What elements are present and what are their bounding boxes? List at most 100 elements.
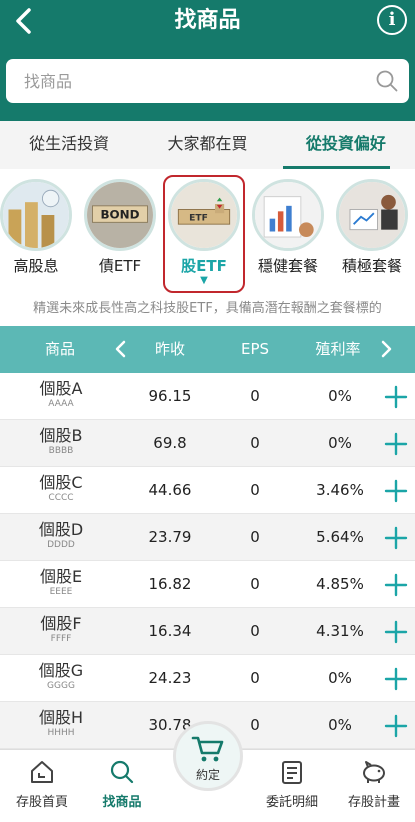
chevron-left-icon[interactable] <box>107 335 135 363</box>
stock-name: 個股B <box>39 426 83 445</box>
nav-appointment-button[interactable]: 約定 <box>173 721 243 791</box>
yield-value: 4.31% <box>316 622 364 640</box>
stock-code: BBBB <box>48 446 74 456</box>
chevron-right-icon[interactable] <box>372 335 400 363</box>
nav-label: 委託明細 <box>265 795 318 810</box>
piggy-bank-icon <box>363 761 385 783</box>
stock-code: EEEE <box>49 587 73 597</box>
yield-value: 3.46% <box>316 481 364 499</box>
add-icon[interactable] <box>384 714 408 738</box>
home-icon <box>31 761 53 783</box>
category-bond-etf[interactable]: BOND 債ETF <box>82 179 158 276</box>
column-name: 商品 <box>44 340 75 358</box>
stock-name: 個股H <box>38 708 84 727</box>
coin-stack-icon <box>0 179 72 251</box>
table-row[interactable]: 個股D DDDD 23.79 0 5.64% <box>0 514 415 561</box>
add-icon[interactable] <box>384 479 408 503</box>
svg-text:BOND: BOND <box>100 208 139 222</box>
category-label: 高股息 <box>13 257 59 275</box>
nav-savings-plan[interactable]: 存股計畫 <box>338 758 410 810</box>
info-icon[interactable]: i <box>377 5 407 35</box>
report-chart-icon <box>252 179 324 251</box>
prev-close-value: 69.8 <box>153 434 187 452</box>
yield-value: 0% <box>328 669 352 687</box>
table-row[interactable]: 個股A AAAA 96.15 0 0% <box>0 373 415 420</box>
category-high-dividend[interactable]: 高股息 <box>0 179 74 276</box>
stock-name-cell: 個股A AAAA <box>20 379 102 410</box>
stock-name: 個股D <box>38 520 84 539</box>
tab-life-investing[interactable]: 從生活投資 <box>0 121 138 169</box>
stock-code: FFFF <box>50 634 72 644</box>
add-icon[interactable] <box>384 385 408 409</box>
nav-home[interactable]: 存股首頁 <box>6 758 78 810</box>
column-yield: 殖利率 <box>315 340 361 358</box>
yield-value: 4.85% <box>316 575 364 593</box>
table-row[interactable]: 個股E EEEE 16.82 0 4.85% <box>0 561 415 608</box>
nav-find-products[interactable]: 找商品 <box>86 758 158 810</box>
prev-close-value: 23.79 <box>148 528 192 546</box>
stock-name: 個股G <box>38 661 84 680</box>
nav-label: 存股計畫 <box>347 795 400 810</box>
stock-code: AAAA <box>48 399 74 409</box>
yield-value: 5.64% <box>316 528 364 546</box>
stock-name-cell: 個股F FFFF <box>20 614 102 645</box>
category-label: 穩健套餐 <box>257 257 318 275</box>
column-prev-close: 昨收 <box>154 340 185 358</box>
shopping-cart-icon <box>191 736 224 762</box>
eps-value: 0 <box>250 387 260 405</box>
search-box[interactable] <box>6 59 409 103</box>
eps-value: 0 <box>250 575 260 593</box>
nav-label: 找商品 <box>102 795 142 810</box>
category-conservative-package[interactable]: 穩健套餐 <box>250 179 326 276</box>
stock-name-cell: 個股E EEEE <box>20 567 102 598</box>
category-label: 債ETF <box>98 257 142 275</box>
table-row[interactable]: 個股G GGGG 24.23 0 0% <box>0 655 415 702</box>
stock-name: 個股E <box>39 567 83 586</box>
category-description: 精選未來成長性高之科技股ETF，具備高潛在報酬之套餐標的 <box>33 301 382 316</box>
clipboard-icon <box>282 761 302 784</box>
add-icon[interactable] <box>384 526 408 550</box>
yield-value: 0% <box>328 716 352 734</box>
tab-popular[interactable]: 大家都在買 <box>138 121 276 169</box>
eps-value: 0 <box>250 481 260 499</box>
meeting-icon <box>336 179 408 251</box>
stock-name-cell: 個股C CCCC <box>20 473 102 504</box>
stock-name: 個股C <box>39 473 83 492</box>
stock-code: HHHH <box>47 728 75 738</box>
search-icon <box>110 760 134 784</box>
yield-value: 0% <box>328 434 352 452</box>
add-icon[interactable] <box>384 620 408 644</box>
add-icon[interactable] <box>384 573 408 597</box>
prev-close-value: 24.23 <box>148 669 192 687</box>
prev-close-value: 16.34 <box>148 622 192 640</box>
tab-bar: 從生活投資 大家都在買 從投資偏好 <box>0 121 415 169</box>
stock-name-cell: 個股D DDDD <box>20 520 102 551</box>
table-row[interactable]: 個股F FFFF 16.34 0 4.31% <box>0 608 415 655</box>
category-label: 積極套餐 <box>341 257 402 275</box>
yield-value: 0% <box>328 387 352 405</box>
table-header: 商品 昨收 EPS 殖利率 <box>0 326 415 373</box>
nav-orders[interactable]: 委託明細 <box>256 758 328 810</box>
stock-list: 個股A AAAA 96.15 0 0% 個股B BBBB 69.8 0 0% 個股C… <box>0 373 415 749</box>
page-title: 找商品 <box>174 8 241 33</box>
category-aggressive-package[interactable]: 積極套餐 <box>334 179 410 276</box>
search-input[interactable] <box>24 59 364 103</box>
search-icon[interactable] <box>375 69 399 93</box>
nav-label: 約定 <box>195 768 220 782</box>
column-eps: EPS <box>240 340 270 358</box>
add-icon[interactable] <box>384 667 408 691</box>
eps-value: 0 <box>250 528 260 546</box>
stock-name-cell: 個股G GGGG <box>20 661 102 692</box>
selected-category-frame <box>163 175 245 293</box>
add-icon[interactable] <box>384 432 408 456</box>
prev-close-value: 16.82 <box>148 575 192 593</box>
nav-label: 存股首頁 <box>15 795 68 810</box>
app-header: 找商品 i <box>0 0 415 121</box>
table-row[interactable]: 個股B BBBB 69.8 0 0% <box>0 420 415 467</box>
stock-code: GGGG <box>47 681 75 691</box>
stock-name: 個股F <box>40 614 82 633</box>
stock-name: 個股A <box>39 379 83 398</box>
table-row[interactable]: 個股C CCCC 44.66 0 3.46% <box>0 467 415 514</box>
tab-investment-preference[interactable]: 從投資偏好 <box>277 121 415 169</box>
bond-blocks-icon: BOND <box>84 179 156 251</box>
